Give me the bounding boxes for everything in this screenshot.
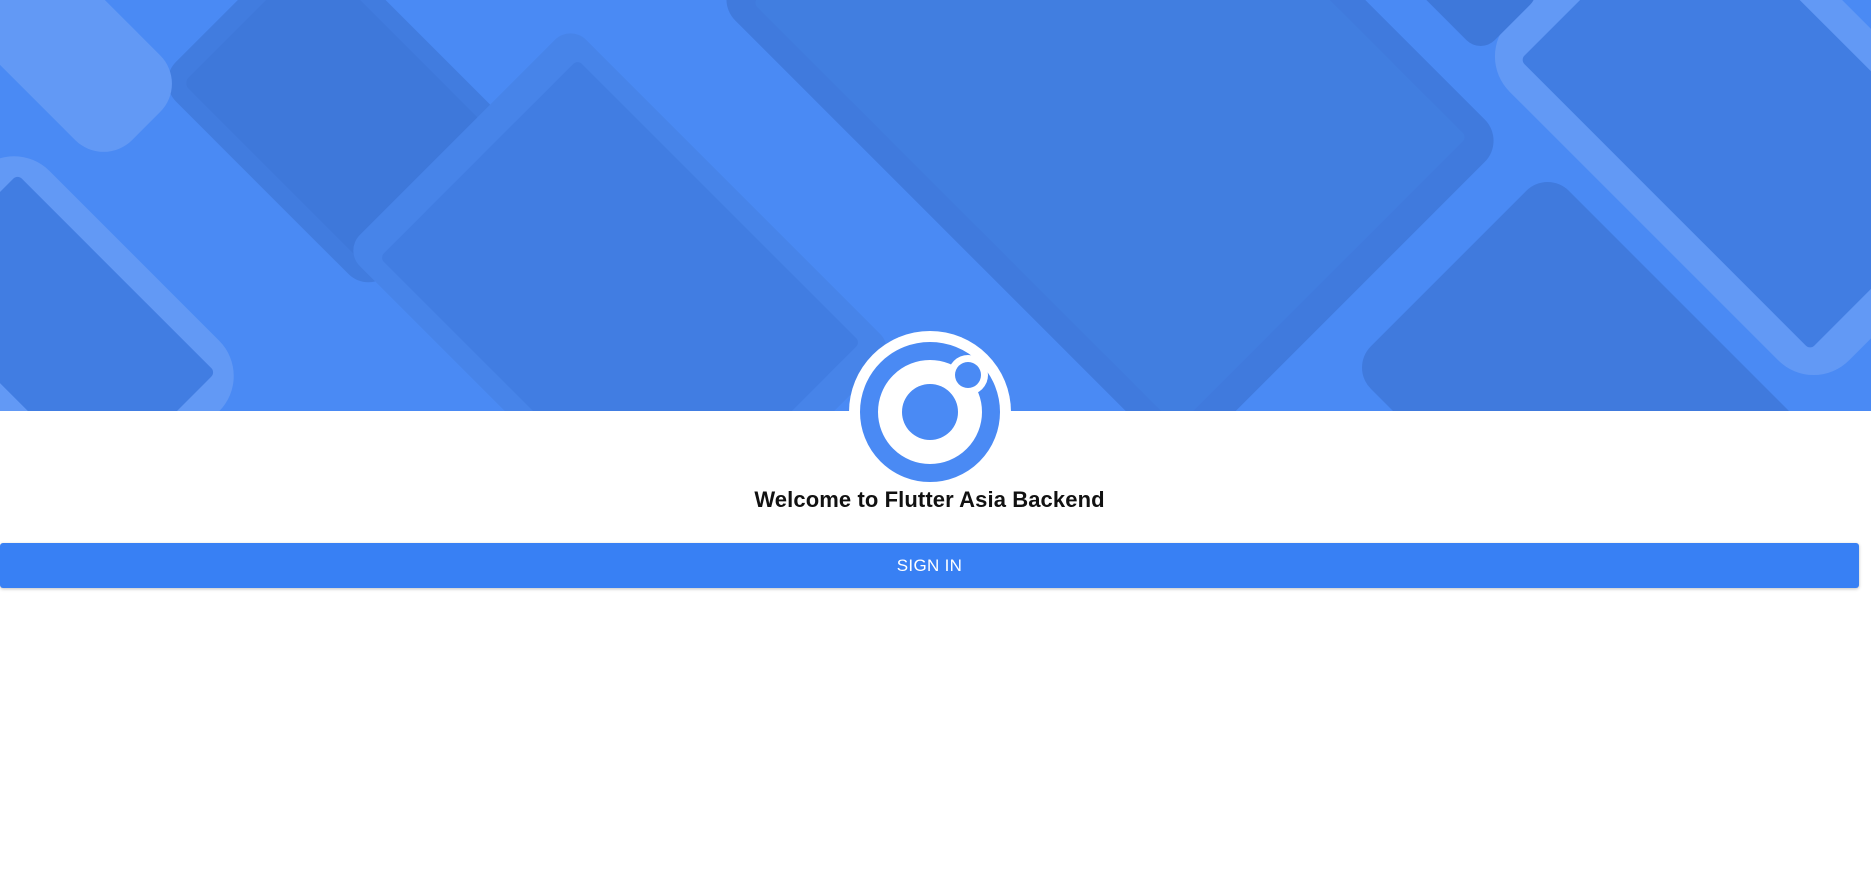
app-logo — [849, 331, 1011, 493]
welcome-title: Welcome to Flutter Asia Backend — [754, 487, 1105, 512]
sign-in-button[interactable]: SIGN IN — [0, 543, 1859, 588]
login-page: Welcome to Flutter Asia Backend SIGN IN — [0, 0, 1871, 883]
ionic-logo-icon — [860, 342, 1000, 482]
